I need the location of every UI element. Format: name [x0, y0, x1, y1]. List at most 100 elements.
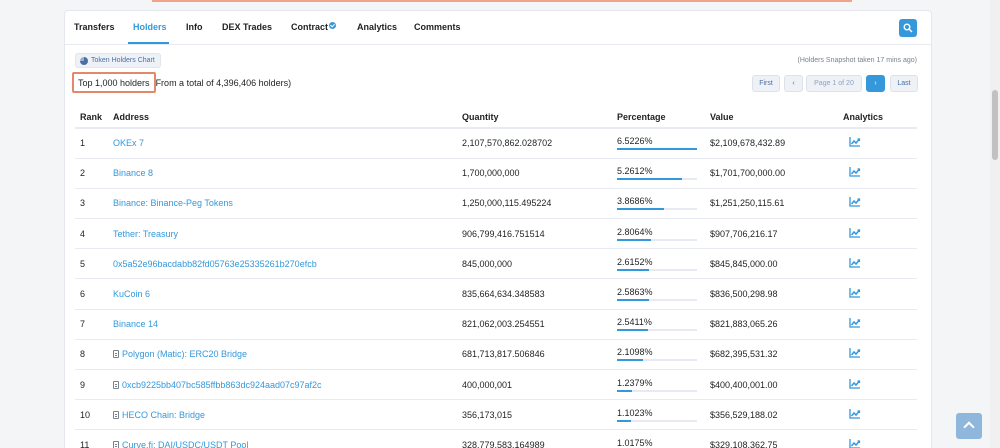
- contract-file-icon: [113, 410, 119, 419]
- token-holders-chart-button[interactable]: Token Holders Chart: [75, 53, 161, 68]
- percentage-bar-track: [617, 419, 697, 422]
- percentage-bar-track: [617, 299, 697, 302]
- address-link[interactable]: 0x5a52e96bacdabb82fd05763e25335261b270ef…: [113, 259, 317, 269]
- rank-cell: 3: [75, 188, 113, 220]
- col-value: Value: [710, 106, 843, 129]
- tab-comments[interactable]: Comments: [414, 22, 461, 32]
- holders-table-body: 1 OKEx 7 2,107,570,862.028702 6.5226% $2,109…: [75, 128, 917, 448]
- analytics-chart-icon[interactable]: [849, 137, 861, 147]
- tab-holders[interactable]: Holders: [133, 22, 167, 32]
- value-cell: $821,883,065.26: [710, 309, 843, 340]
- percentage-wrap: 2.8064%: [617, 224, 697, 244]
- percentage-text: 1.1023%: [617, 407, 653, 418]
- rank-cell: 10: [75, 399, 113, 431]
- analytics-chart-icon[interactable]: [849, 378, 861, 389]
- pager-next-button[interactable]: ›: [866, 75, 885, 92]
- analytics-cell: [843, 339, 917, 371]
- value-cell: $400,400,001.00: [710, 369, 843, 401]
- address-link[interactable]: Polygon (Matic): ERC20 Bridge: [122, 349, 247, 359]
- tab-analytics[interactable]: Analytics: [357, 22, 397, 32]
- percentage-bar-track: [617, 148, 697, 151]
- analytics-chart-icon[interactable]: [849, 438, 861, 448]
- analytics-chart-icon[interactable]: [849, 408, 861, 419]
- address-link[interactable]: KuCoin 6: [113, 289, 150, 299]
- pager-prev-button[interactable]: ‹: [784, 75, 803, 92]
- address-cell: Tether: Treasury: [113, 218, 462, 250]
- holders-card: Transfers Holders Info DEX Trades Contra…: [64, 10, 932, 448]
- percentage-cell: 1.2379%: [617, 369, 710, 401]
- top-accent-bar: [152, 0, 852, 2]
- scrollbar-thumb[interactable]: [992, 90, 998, 160]
- percentage-bar-track: [617, 238, 697, 241]
- percentage-text: 5.2612%: [617, 166, 653, 177]
- address-link[interactable]: Binance 8: [113, 168, 153, 178]
- percentage-text: 1.0175%: [617, 437, 653, 448]
- address-link[interactable]: Tether: Treasury: [113, 229, 178, 239]
- percentage-cell: 1.0175%: [617, 429, 710, 448]
- page-scrollbar[interactable]: [990, 0, 1000, 448]
- percentage-bar-fill: [617, 208, 664, 211]
- search-button[interactable]: [899, 19, 917, 37]
- percentage-wrap: 2.6152%: [617, 254, 697, 274]
- top-accent-strip: [0, 0, 1000, 4]
- analytics-cell: [843, 309, 917, 340]
- col-quantity: Quantity: [462, 106, 617, 129]
- address-link[interactable]: Binance 14: [113, 319, 158, 329]
- analytics-cell: [843, 399, 917, 431]
- percentage-cell: 2.5411%: [617, 309, 710, 340]
- percentage-bar-fill: [617, 178, 682, 181]
- tab-info[interactable]: Info: [186, 22, 203, 32]
- pager-first-button[interactable]: First: [752, 75, 780, 92]
- pie-chart-icon: [80, 56, 88, 65]
- table-row: 1 OKEx 7 2,107,570,862.028702 6.5226% $2,109…: [75, 128, 917, 159]
- value-cell: $845,845,000.00: [710, 248, 843, 280]
- analytics-chart-icon[interactable]: [849, 318, 861, 328]
- value-cell: $1,701,700,000.00: [710, 158, 843, 189]
- analytics-cell: [843, 278, 917, 310]
- tab-dex-trades[interactable]: DEX Trades: [222, 22, 272, 32]
- address-link[interactable]: Binance: Binance-Peg Tokens: [113, 198, 233, 208]
- analytics-cell: [843, 429, 917, 448]
- address-cell: Binance: Binance-Peg Tokens: [113, 188, 462, 220]
- tab-transfers[interactable]: Transfers: [74, 22, 115, 32]
- top-holders-highlight: Top 1,000 holders: [72, 72, 156, 93]
- value-cell: $907,706,216.17: [710, 218, 843, 250]
- address-link[interactable]: 0xcb9225bb407bc585ffbb863dc924aad07c97af…: [122, 380, 322, 390]
- address-link[interactable]: OKEx 7: [113, 138, 144, 148]
- table-row: 6 KuCoin 6 835,664,634.348583 2.5863% $836,5…: [75, 278, 917, 310]
- percentage-wrap: 1.2379%: [617, 375, 697, 395]
- table-row: 3 Binance: Binance-Peg Tokens 1,250,000,11…: [75, 188, 917, 220]
- percentage-bar-fill: [617, 419, 631, 422]
- table-row: 2 Binance 8 1,700,000,000 5.2612% $1,701,700…: [75, 158, 917, 189]
- address-link[interactable]: HECO Chain: Bridge: [122, 410, 205, 420]
- analytics-chart-icon[interactable]: [849, 197, 861, 208]
- address-link[interactable]: Curve.fi: DAI/USDC/USDT Pool: [122, 440, 248, 448]
- contract-file-icon: [113, 350, 119, 359]
- percentage-bar-fill: [617, 148, 697, 151]
- analytics-chart-icon[interactable]: [849, 167, 861, 177]
- percentage-cell: 6.5226%: [617, 128, 710, 159]
- analytics-chart-icon[interactable]: [849, 257, 861, 268]
- percentage-text: 2.1098%: [617, 347, 653, 358]
- scroll-to-top-button[interactable]: [956, 413, 982, 439]
- value-cell: $836,500,298.98: [710, 278, 843, 310]
- verified-check-icon: [329, 22, 337, 29]
- percentage-cell: 1.1023%: [617, 399, 710, 431]
- analytics-chart-icon[interactable]: [849, 288, 861, 298]
- analytics-chart-icon[interactable]: [849, 227, 861, 238]
- holders-summary: Top 1,000 holders From a total of 4,396,…: [72, 72, 291, 93]
- rank-cell: 1: [75, 128, 113, 159]
- rank-cell: 7: [75, 309, 113, 340]
- pager-last-button[interactable]: Last: [890, 75, 918, 92]
- percentage-text: 3.8686%: [617, 196, 653, 207]
- percentage-text: 6.5226%: [617, 136, 653, 147]
- analytics-cell: [843, 158, 917, 189]
- percentage-bar-track: [617, 268, 697, 271]
- table-row: 11 Curve.fi: DAI/USDC/USDT Pool 328,779,58…: [75, 429, 917, 448]
- holders-table: Rank Address Quantity Percentage Value A…: [75, 106, 917, 448]
- col-rank: Rank: [75, 106, 113, 129]
- percentage-bar-fill: [617, 299, 649, 302]
- analytics-chart-icon[interactable]: [849, 348, 861, 359]
- percentage-wrap: 1.1023%: [617, 405, 697, 425]
- tab-contract[interactable]: Contract: [291, 22, 337, 32]
